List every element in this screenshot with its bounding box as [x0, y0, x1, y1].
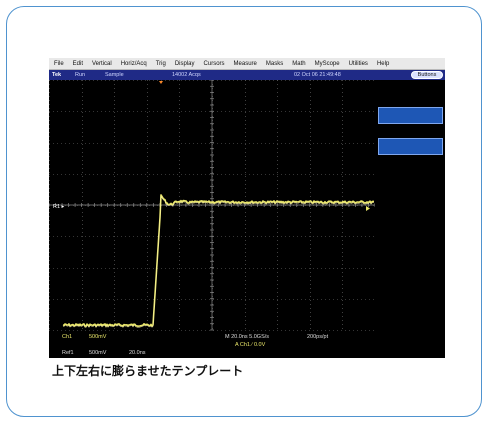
date-time: 02 Oct 06 21:49:48 [294, 71, 341, 78]
acq-count: 14002 Acqs [172, 71, 201, 78]
menu-bar: File Edit Vertical Horiz/Acq Trig Displa… [49, 58, 445, 70]
run-state: Run [75, 71, 86, 78]
timebase-readout: M 20.0ns 5.0GS/s [225, 334, 270, 340]
side-button-1[interactable] [378, 107, 443, 124]
side-button-2[interactable] [378, 138, 443, 155]
menu-cursors[interactable]: Cursors [204, 61, 225, 67]
menu-display[interactable]: Display [175, 61, 195, 67]
menu-masks[interactable]: Masks [266, 61, 283, 67]
menu-file[interactable]: File [54, 61, 64, 67]
ref1-time: 20.0ns [129, 350, 146, 356]
resolution-readout: 200ps/pt [307, 334, 329, 340]
menu-myscope[interactable]: MyScope [315, 61, 340, 67]
menu-utilities[interactable]: Utilities [349, 61, 368, 67]
menu-trig[interactable]: Trig [156, 61, 166, 67]
acq-mode: Sample [105, 71, 124, 78]
waveform-display: R1 ▸ Ch1 500mV M 20.0ns 5.0GS/s 200ps/pt… [49, 80, 375, 358]
buttons-toggle-button[interactable]: Buttons [411, 71, 443, 79]
side-button-panel [375, 80, 445, 358]
ref-marker-label: R1 [53, 204, 61, 210]
waveform-graticule [49, 80, 375, 358]
ref-marker: R1 ▸ [53, 204, 65, 210]
menu-help[interactable]: Help [377, 61, 389, 67]
menu-measure[interactable]: Measure [234, 61, 257, 67]
ch1-label: Ch1 [62, 334, 73, 340]
menu-vertical[interactable]: Vertical [92, 61, 112, 67]
ch1-scale: 500mV [89, 334, 107, 340]
menu-edit[interactable]: Edit [73, 61, 83, 67]
menu-horiz-acq[interactable]: Horiz/Acq [121, 61, 147, 67]
menu-math[interactable]: Math [292, 61, 305, 67]
ref1-scale: 500mV [89, 350, 107, 356]
status-bar: Tek Run Sample 14002 Acqs 02 Oct 06 21:4… [49, 70, 445, 80]
trigger-readout: A Ch1 ∕ 0.0V [235, 342, 266, 348]
brand-label: Tek [52, 71, 62, 78]
ref1-label: Ref1 [62, 350, 74, 356]
figure-caption: 上下左右に膨らませたテンプレート [52, 364, 244, 378]
oscilloscope-screenshot: File Edit Vertical Horiz/Acq Trig Displa… [49, 58, 445, 358]
